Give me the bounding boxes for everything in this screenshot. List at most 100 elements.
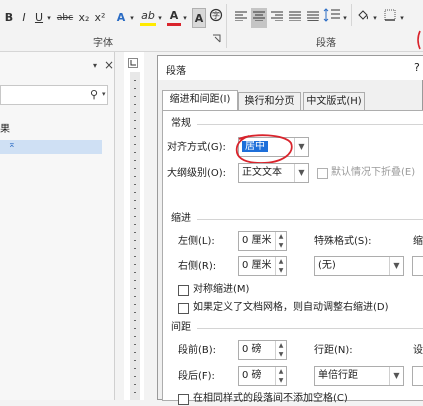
font-group-label: 字体	[93, 38, 113, 49]
mirror-indent-checkbox[interactable]	[178, 285, 189, 296]
special-indent-value: (无)	[318, 260, 336, 271]
highlight-button[interactable]: ab	[140, 8, 156, 26]
right-indent-spinner[interactable]: 0 厘米 ▲ ▼	[238, 256, 287, 276]
distributed-icon[interactable]	[305, 8, 321, 28]
special-indent-label: 特殊格式(S):	[314, 236, 372, 247]
help-icon[interactable]: ?	[414, 61, 420, 74]
spinner-arrows-icon[interactable]: ▲ ▼	[275, 341, 286, 359]
justify-icon[interactable]	[287, 8, 303, 28]
search-dropdown-icon[interactable]: ▾	[102, 90, 106, 98]
outline-level-label: 大纲级别(O):	[167, 168, 227, 179]
right-indent-label: 右侧(R):	[178, 261, 217, 272]
collapse-checkbox[interactable]	[317, 168, 328, 179]
spacing-after-label: 段后(F):	[178, 371, 215, 382]
chevron-down-icon[interactable]: ▼	[294, 138, 308, 156]
dialog-title: 段落	[166, 66, 186, 77]
line-spacing-label: 行距(N):	[314, 345, 353, 356]
line-spacing-icon[interactable]	[322, 8, 342, 28]
indent-by-label: 缩进	[413, 236, 423, 247]
spacing-after-spinner[interactable]: 0 磅 ▲ ▼	[238, 366, 287, 386]
red-annotation-circle	[235, 134, 293, 164]
spacing-before-spinner[interactable]: 0 磅 ▲ ▼	[238, 340, 287, 360]
align-center-icon[interactable]	[251, 8, 267, 28]
left-indent-value: 0 厘米	[242, 235, 272, 246]
nav-heading-item[interactable]: ⌅	[0, 140, 102, 154]
highlight-dropdown-icon[interactable]: ▾	[156, 8, 164, 28]
italic-button[interactable]: I	[18, 8, 30, 28]
spinner-arrows-icon[interactable]: ▲ ▼	[275, 232, 286, 250]
enclose-char-icon[interactable]: 字	[208, 8, 224, 28]
align-right-icon[interactable]	[269, 8, 285, 28]
nav-results-label: 果	[0, 124, 10, 135]
text-effect-dropdown-icon[interactable]: ▾	[128, 8, 136, 28]
left-indent-label: 左侧(L):	[178, 236, 215, 247]
search-icon[interactable]: ⚲	[90, 88, 98, 101]
indent-section-label: 缩进	[171, 213, 191, 224]
section-divider	[197, 219, 423, 220]
strikethrough-button[interactable]: abc	[56, 8, 74, 28]
char-shading-button[interactable]: A	[192, 8, 206, 28]
auto-adjust-label: 如果定义了文档网格，则自动调整右缩进(D)	[193, 302, 389, 313]
spacing-at-spinner[interactable]	[412, 366, 423, 386]
right-indent-value: 0 厘米	[242, 260, 272, 271]
svg-text:字: 字	[212, 10, 220, 20]
vertical-ruler	[124, 52, 144, 400]
tab-selector-icon[interactable]	[128, 58, 138, 68]
borders-icon[interactable]	[382, 8, 398, 28]
spacing-at-label: 设	[413, 345, 423, 356]
spacing-section-label: 间距	[171, 322, 191, 333]
tab-line-page-breaks[interactable]: 换行和分页(P)	[238, 92, 301, 125]
line-spacing-dropdown-icon[interactable]: ▾	[341, 8, 349, 28]
nav-search-input[interactable]: ⚲ ▾	[0, 85, 108, 105]
indent-by-spinner[interactable]	[412, 256, 423, 276]
nav-options-icon[interactable]: ▾	[93, 61, 97, 70]
ruler-ticks	[134, 80, 136, 393]
align-left-icon[interactable]	[233, 8, 249, 28]
text-effect-button[interactable]: A	[114, 8, 128, 28]
ribbon-separator	[226, 4, 227, 48]
line-spacing-select[interactable]: 单倍行距 ▼	[314, 366, 404, 386]
chevron-down-icon[interactable]: ▼	[389, 257, 403, 275]
borders-dropdown-icon[interactable]: ▾	[398, 8, 406, 28]
alignment-label: 对齐方式(G):	[167, 142, 226, 153]
outline-level-select[interactable]: 正文文本 ▼	[238, 163, 309, 183]
subscript-button[interactable]: x₂	[77, 8, 91, 28]
paragraph-group-label: 段落	[316, 38, 336, 49]
dialog-title-bar[interactable]: 段落 ?	[158, 56, 423, 80]
underline-dropdown-icon[interactable]: ▾	[45, 8, 53, 28]
section-divider	[197, 124, 423, 125]
spinner-arrows-icon[interactable]: ▲ ▼	[275, 257, 286, 275]
spinner-arrows-icon[interactable]: ▲ ▼	[275, 367, 286, 385]
general-section-label: 常规	[171, 118, 191, 129]
left-indent-spinner[interactable]: 0 厘米 ▲ ▼	[238, 231, 287, 251]
outline-level-value: 正文文本	[242, 167, 282, 178]
chevron-down-icon[interactable]: ▼	[389, 367, 403, 385]
tab-panel: 常规 对齐方式(G): 居中 ▼ 大纲级别(O): 正文文本 ▼ 默认情况下折叠…	[162, 110, 423, 405]
auto-adjust-checkbox[interactable]	[178, 303, 189, 314]
ribbon-separator	[351, 4, 352, 26]
heading-marker-icon: ⌅	[8, 140, 16, 150]
mirror-indent-label: 对称缩进(M)	[193, 284, 250, 295]
tab-asian-typography[interactable]: 中文版式(H)	[303, 92, 365, 110]
superscript-button[interactable]: x²	[93, 8, 107, 28]
font-color-dropdown-icon[interactable]: ▾	[181, 8, 189, 28]
nav-close-icon[interactable]: ×	[104, 58, 114, 72]
tab-indents-spacing[interactable]: 缩进和间距(I)	[162, 90, 238, 111]
bold-button[interactable]: B	[2, 8, 16, 28]
no-space-same-style-label: 在相同样式的段落间不添加空格(C)	[193, 393, 348, 404]
spacing-before-label: 段前(B):	[178, 345, 217, 356]
paragraph-dialog: 段落 ? 缩进和间距(I) 换行和分页(P) 中文版式(H) 常规 对齐方式(G…	[157, 55, 423, 405]
special-indent-select[interactable]: (无) ▼	[314, 256, 404, 276]
shading-icon[interactable]	[355, 8, 371, 28]
font-dialog-launcher-icon[interactable]	[212, 34, 222, 44]
collapse-label: 默认情况下折叠(E)	[331, 167, 416, 178]
shading-dropdown-icon[interactable]: ▾	[371, 8, 379, 28]
paragraph-launcher-highlight	[415, 30, 423, 50]
spacing-before-value: 0 磅	[242, 344, 262, 355]
navigation-pane: ▾ × ⚲ ▾ 果 ⌅	[0, 52, 115, 400]
font-color-button[interactable]: A	[167, 8, 181, 26]
section-divider	[197, 328, 423, 329]
underline-button[interactable]: U	[32, 8, 46, 28]
chevron-down-icon[interactable]: ▼	[294, 164, 308, 182]
ribbon: B I U ▾ abc x₂ x² A ▾ ab ▾ A ▾ A 字 字体 ▾ …	[0, 0, 423, 52]
